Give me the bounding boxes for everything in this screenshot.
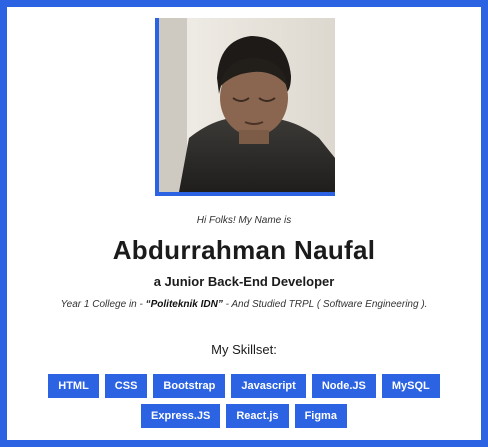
skill-chip-javascript: Javascript [231,374,306,398]
skill-chip-reactjs: React.js [226,404,289,428]
profile-photo-image [159,18,335,192]
greeting-text: Hi Folks! My Name is [196,215,292,226]
skill-chip-mysql: MySQL [381,374,440,398]
skill-chip-html: HTML [48,374,99,398]
profile-name: Abdurrahman Naufal [112,235,376,265]
education-prefix: Year 1 College in - [60,299,146,310]
skills-list: HTML CSS Bootstrap Javascript Node.JS My… [27,374,461,428]
profile-card: Hi Folks! My Name is Abdurrahman Naufal … [7,7,481,440]
profile-photo [155,18,335,196]
education-text: Year 1 College in - “Politeknik IDN” - A… [7,299,481,310]
skill-chip-nodejs: Node.JS [311,374,376,398]
skill-chip-bootstrap: Bootstrap [153,374,226,398]
education-school: “Politeknik IDN” [145,299,223,310]
page-frame: Hi Folks! My Name is Abdurrahman Naufal … [0,0,488,447]
education-suffix: - And Studied TRPL ( Software Engineerin… [222,299,428,310]
skill-chip-figma: Figma [294,404,347,428]
skills-title: My Skillset: [211,342,277,357]
skill-chip-css: CSS [104,374,148,398]
skill-chip-expressjs: Express.JS [141,404,221,428]
profile-role: a Junior Back-End Developer [153,274,335,289]
